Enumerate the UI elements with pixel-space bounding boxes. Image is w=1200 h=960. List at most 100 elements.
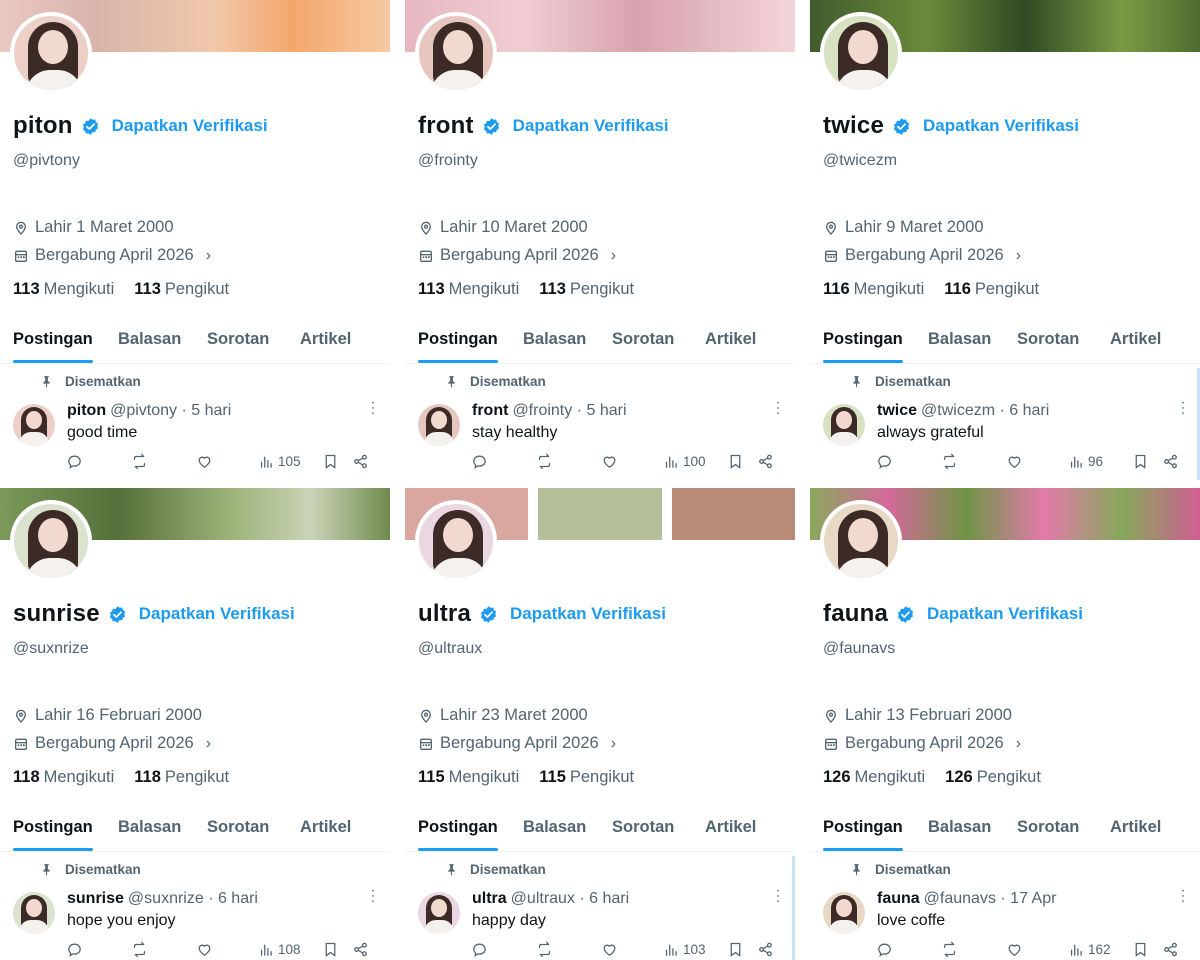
tab-posts[interactable]: Postingan	[13, 330, 93, 349]
following-count[interactable]: 113 Mengikuti	[418, 280, 519, 299]
chevron-right-icon[interactable]: ›	[611, 735, 616, 753]
post-avatar[interactable]	[823, 404, 865, 446]
profile-avatar[interactable]	[820, 12, 902, 94]
like-button[interactable]	[1006, 453, 1023, 470]
reply-button[interactable]	[471, 453, 488, 470]
get-verified-link[interactable]: Dapatkan Verifikasi	[510, 604, 666, 624]
post-author[interactable]: sunrise	[67, 890, 124, 907]
views-button[interactable]: 100	[663, 453, 706, 470]
like-button[interactable]	[601, 941, 618, 958]
share-button[interactable]	[1162, 941, 1179, 958]
post-avatar[interactable]	[13, 892, 55, 934]
reply-button[interactable]	[876, 453, 893, 470]
post-author[interactable]: fauna	[877, 890, 920, 907]
get-verified-link[interactable]: Dapatkan Verifikasi	[927, 604, 1083, 624]
profile-avatar[interactable]	[10, 500, 92, 582]
bookmark-button[interactable]	[727, 941, 744, 958]
tab-articles[interactable]: Artikel	[300, 818, 351, 837]
repost-button[interactable]	[131, 941, 148, 958]
tab-posts[interactable]: Postingan	[823, 330, 903, 349]
tab-highlights[interactable]: Sorotan	[207, 818, 269, 837]
views-button[interactable]: 108	[258, 941, 301, 958]
tab-highlights[interactable]: Sorotan	[207, 330, 269, 349]
tab-articles[interactable]: Artikel	[1110, 818, 1161, 837]
profile-avatar[interactable]	[415, 500, 497, 582]
tab-highlights[interactable]: Sorotan	[612, 330, 674, 349]
get-verified-link[interactable]: Dapatkan Verifikasi	[513, 116, 669, 136]
repost-button[interactable]	[536, 453, 553, 470]
share-button[interactable]	[1162, 453, 1179, 470]
tab-posts[interactable]: Postingan	[13, 818, 93, 837]
followers-count[interactable]: 115 Pengikut	[539, 768, 634, 787]
joined-date[interactable]: Bergabung April 2026 ›	[13, 734, 211, 753]
tab-posts[interactable]: Postingan	[418, 818, 498, 837]
profile-avatar[interactable]	[10, 12, 92, 94]
more-icon[interactable]: ⋯	[364, 400, 381, 416]
share-button[interactable]	[757, 941, 774, 958]
tab-replies[interactable]: Balasan	[523, 818, 586, 837]
reply-button[interactable]	[66, 453, 83, 470]
share-button[interactable]	[757, 453, 774, 470]
post-avatar[interactable]	[823, 892, 865, 934]
tab-articles[interactable]: Artikel	[705, 330, 756, 349]
like-button[interactable]	[196, 941, 213, 958]
tab-replies[interactable]: Balasan	[928, 330, 991, 349]
post-avatar[interactable]	[13, 404, 55, 446]
post-author[interactable]: front	[472, 402, 508, 419]
chevron-right-icon[interactable]: ›	[611, 247, 616, 265]
reply-button[interactable]	[66, 941, 83, 958]
post-avatar[interactable]	[418, 892, 460, 934]
joined-date[interactable]: Bergabung April 2026 ›	[823, 246, 1021, 265]
like-button[interactable]	[601, 453, 618, 470]
tab-replies[interactable]: Balasan	[118, 818, 181, 837]
bookmark-button[interactable]	[1132, 453, 1149, 470]
reply-button[interactable]	[876, 941, 893, 958]
share-button[interactable]	[352, 453, 369, 470]
tab-highlights[interactable]: Sorotan	[1017, 818, 1079, 837]
followers-count[interactable]: 116 Pengikut	[944, 280, 1039, 299]
post-avatar[interactable]	[418, 404, 460, 446]
tab-replies[interactable]: Balasan	[118, 330, 181, 349]
tab-articles[interactable]: Artikel	[1110, 330, 1161, 349]
more-icon[interactable]: ⋯	[769, 888, 786, 904]
repost-button[interactable]	[131, 453, 148, 470]
views-button[interactable]: 105	[258, 453, 301, 470]
following-count[interactable]: 126 Mengikuti	[823, 768, 925, 787]
repost-button[interactable]	[941, 941, 958, 958]
following-count[interactable]: 118 Mengikuti	[13, 768, 114, 787]
followers-count[interactable]: 113 Pengikut	[539, 280, 634, 299]
bookmark-button[interactable]	[322, 941, 339, 958]
followers-count[interactable]: 113 Pengikut	[134, 280, 229, 299]
bookmark-button[interactable]	[1132, 941, 1149, 958]
chevron-right-icon[interactable]: ›	[206, 247, 211, 265]
post-author[interactable]: piton	[67, 402, 106, 419]
more-icon[interactable]: ⋯	[364, 888, 381, 904]
views-button[interactable]: 96	[1068, 453, 1103, 470]
more-icon[interactable]: ⋯	[1174, 888, 1191, 904]
views-button[interactable]: 162	[1068, 941, 1111, 958]
post-author[interactable]: twice	[877, 402, 917, 419]
following-count[interactable]: 115 Mengikuti	[418, 768, 519, 787]
bookmark-button[interactable]	[322, 453, 339, 470]
like-button[interactable]	[1006, 941, 1023, 958]
joined-date[interactable]: Bergabung April 2026 ›	[418, 734, 616, 753]
tab-articles[interactable]: Artikel	[300, 330, 351, 349]
tab-replies[interactable]: Balasan	[928, 818, 991, 837]
chevron-right-icon[interactable]: ›	[206, 735, 211, 753]
get-verified-link[interactable]: Dapatkan Verifikasi	[139, 604, 295, 624]
profile-avatar[interactable]	[415, 12, 497, 94]
followers-count[interactable]: 118 Pengikut	[134, 768, 229, 787]
tab-posts[interactable]: Postingan	[418, 330, 498, 349]
more-icon[interactable]: ⋯	[769, 400, 786, 416]
chevron-right-icon[interactable]: ›	[1016, 247, 1021, 265]
tab-posts[interactable]: Postingan	[823, 818, 903, 837]
bookmark-button[interactable]	[727, 453, 744, 470]
like-button[interactable]	[196, 453, 213, 470]
followers-count[interactable]: 126 Pengikut	[945, 768, 1041, 787]
following-count[interactable]: 116 Mengikuti	[823, 280, 924, 299]
joined-date[interactable]: Bergabung April 2026 ›	[823, 734, 1021, 753]
profile-avatar[interactable]	[820, 500, 902, 582]
tab-highlights[interactable]: Sorotan	[612, 818, 674, 837]
joined-date[interactable]: Bergabung April 2026 ›	[418, 246, 616, 265]
chevron-right-icon[interactable]: ›	[1016, 735, 1021, 753]
